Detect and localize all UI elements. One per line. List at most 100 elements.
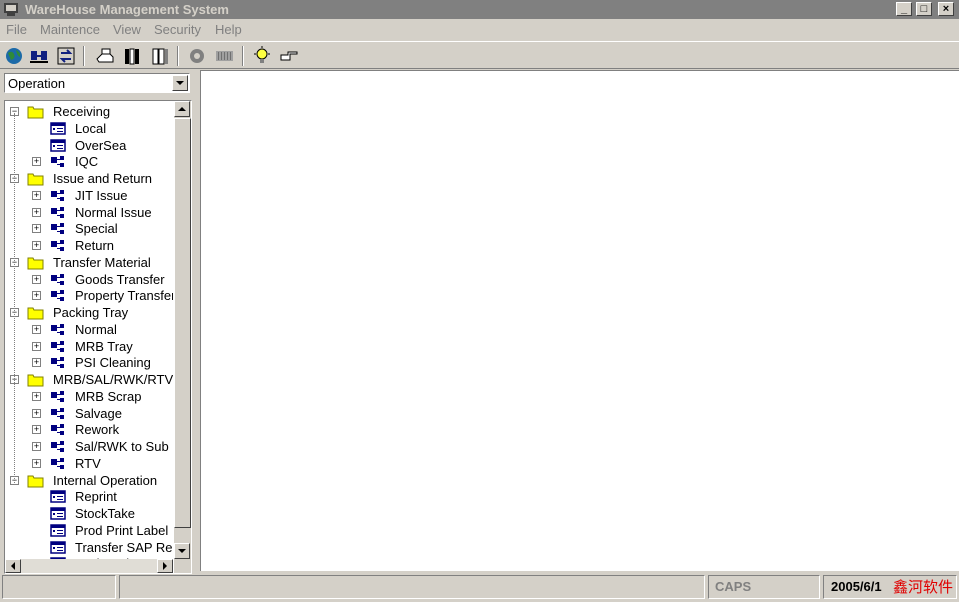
menu-view[interactable]: View	[113, 22, 141, 37]
minimize-button[interactable]: _	[896, 2, 912, 16]
tree-item[interactable]: − Issue and Return	[5, 170, 173, 187]
tree-item-label: Goods Transfer	[75, 271, 165, 287]
maximize-button[interactable]: □	[916, 2, 932, 16]
tree-item[interactable]: Local	[5, 120, 173, 137]
tree-item[interactable]: − Packing Tray	[5, 304, 173, 321]
title-bar: WareHouse Management System _ □ ×	[0, 0, 959, 19]
form-icon	[49, 489, 67, 504]
close-button[interactable]: ×	[938, 2, 954, 16]
menu-security[interactable]: Security	[154, 22, 201, 37]
tree-item[interactable]: + IQC	[5, 153, 173, 170]
expand-icon[interactable]: +	[32, 291, 41, 301]
scroll-up-button[interactable]	[174, 101, 190, 117]
folder-icon	[27, 305, 45, 320]
tree-item[interactable]: + JIT Issue	[5, 187, 173, 204]
expand-icon[interactable]: +	[32, 358, 41, 368]
form-icon	[49, 138, 67, 153]
expand-icon[interactable]: +	[32, 207, 41, 217]
lightbulb-icon[interactable]	[251, 45, 274, 67]
tree-item[interactable]: − MRB/SAL/RWK/RTV	[5, 371, 173, 388]
tree-item[interactable]: + Rework	[5, 421, 173, 438]
toolbar-separator	[242, 46, 244, 66]
pointing-hand-icon[interactable]	[278, 45, 301, 67]
menu-help[interactable]: Help	[215, 22, 242, 37]
app-icon[interactable]	[3, 2, 19, 17]
tree-item[interactable]: + Normal Issue	[5, 204, 173, 221]
folder-icon	[27, 171, 45, 186]
scroll-right-button[interactable]	[157, 559, 173, 573]
gear-disabled-icon[interactable]	[186, 45, 209, 67]
tree-item[interactable]: StockTake	[5, 505, 173, 522]
expand-icon[interactable]: +	[32, 458, 41, 468]
tree-item[interactable]: + MRB Scrap	[5, 388, 173, 405]
tree-connector-line	[14, 113, 15, 483]
forklift-icon[interactable]	[28, 45, 51, 67]
tree-item[interactable]: − Receiving	[5, 103, 173, 120]
operation-select[interactable]: Operation	[4, 73, 190, 93]
tree-item[interactable]: + Return	[5, 237, 173, 254]
form-icon	[49, 540, 67, 555]
window-title: WareHouse Management System	[25, 2, 229, 17]
status-bar: CAPS 2005/6/1	[0, 573, 959, 602]
tree-item[interactable]: OverSea	[5, 137, 173, 154]
status-panel-2	[119, 575, 705, 599]
tree-item[interactable]: − Transfer Material	[5, 254, 173, 271]
tree-item[interactable]: + Normal	[5, 321, 173, 338]
expand-icon[interactable]: +	[32, 408, 41, 418]
expand-icon[interactable]: +	[32, 157, 41, 167]
books-icon[interactable]	[121, 45, 144, 67]
menu-file[interactable]: File	[6, 22, 27, 37]
folder-icon	[27, 372, 45, 387]
barcode-disabled-icon[interactable]	[213, 45, 236, 67]
expand-icon[interactable]: +	[32, 190, 41, 200]
dropdown-button[interactable]	[172, 75, 188, 91]
tree-item-label: Transfer SAP Re	[75, 539, 173, 555]
books-disabled-icon[interactable]	[149, 45, 172, 67]
tree-item-label: Receiving	[53, 104, 111, 119]
arrow-left-icon	[11, 562, 15, 570]
tree-item[interactable]: + Sal/RWK to Sub	[5, 438, 173, 455]
scroll-thumb[interactable]	[174, 118, 191, 528]
tree-item-label: Packing Tray	[53, 305, 129, 320]
tree-item[interactable]: + Property Transfer	[5, 287, 173, 304]
tree-item-label: PSI Cleaning	[75, 355, 151, 371]
transfer-icon[interactable]	[55, 45, 78, 67]
module-icon	[49, 205, 67, 220]
tree-item[interactable]: + PSI Cleaning	[5, 354, 173, 371]
expand-icon[interactable]: +	[32, 341, 41, 351]
tree-item-label: Transfer Material	[53, 254, 151, 270]
tree-item[interactable]: Prod Print Label	[5, 522, 173, 539]
expand-icon[interactable]: +	[32, 425, 41, 435]
navigation-tree[interactable]: − Receiving Local OverSea + IQC − Issue and Ret…	[4, 100, 192, 574]
expand-icon[interactable]: +	[32, 391, 41, 401]
horizontal-scrollbar[interactable]	[5, 559, 173, 573]
tree-item-label: Normal Issue	[75, 204, 152, 220]
folder-icon	[27, 255, 45, 270]
tree-item[interactable]: + Goods Transfer	[5, 271, 173, 288]
expand-icon[interactable]: +	[32, 274, 41, 284]
vertical-scrollbar[interactable]	[174, 101, 191, 559]
scroll-down-button[interactable]	[174, 543, 190, 559]
toolbar-separator	[177, 46, 179, 66]
arrow-right-icon	[163, 562, 167, 570]
tree-item-label: MRB Scrap	[75, 388, 142, 404]
globe-icon[interactable]	[3, 45, 26, 67]
tree-item[interactable]: Transfer SAP Re	[5, 539, 173, 556]
hand-receive-icon[interactable]	[94, 45, 117, 67]
module-icon	[49, 339, 67, 354]
expand-icon[interactable]: +	[32, 442, 41, 451]
tree-item[interactable]: Reprint	[5, 488, 173, 505]
menu-maintence[interactable]: Maintence	[40, 22, 100, 37]
menu-bar: File Maintence View Security Help	[0, 19, 959, 40]
tree-item[interactable]: + MRB Tray	[5, 338, 173, 355]
expand-icon[interactable]: +	[32, 241, 41, 250]
tree-item[interactable]: − Internal Operation	[5, 472, 173, 489]
tree-item[interactable]: + Special	[5, 220, 173, 237]
chevron-down-icon	[176, 81, 184, 85]
tree-item[interactable]: + RTV	[5, 455, 173, 472]
tree-item[interactable]: + Salvage	[5, 405, 173, 422]
expand-icon[interactable]: +	[32, 224, 41, 234]
tree-content: − Receiving Local OverSea + IQC − Issue and Ret…	[5, 101, 173, 559]
scroll-left-button[interactable]	[5, 559, 21, 573]
expand-icon[interactable]: +	[32, 324, 41, 334]
